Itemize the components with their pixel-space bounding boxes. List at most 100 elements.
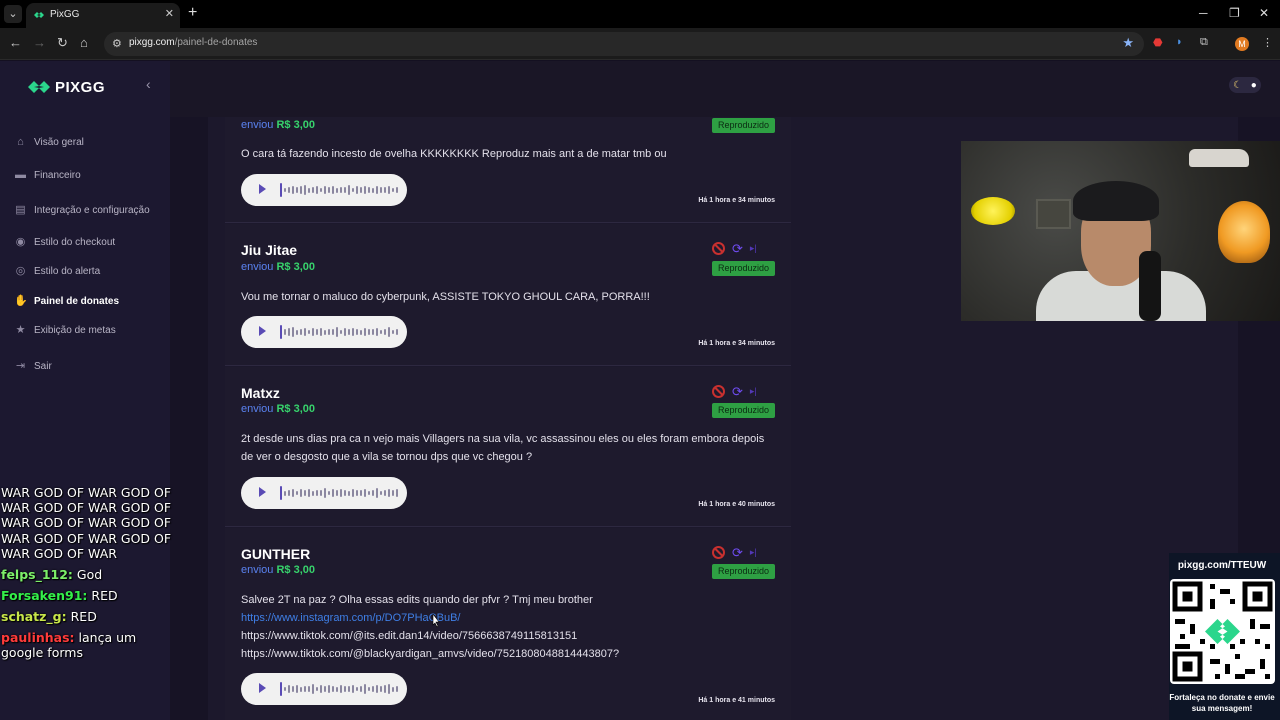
skip-icon[interactable]: ▸| (750, 243, 757, 254)
replay-icon[interactable]: ⟳ (732, 546, 743, 559)
waveform-bar (348, 329, 350, 335)
waveform-bar (308, 187, 310, 193)
waveform-bar (384, 489, 386, 497)
waveform-bar (284, 187, 286, 193)
donation-actions: ⟳ ▸| (712, 242, 757, 255)
waveform-bar (360, 685, 362, 693)
status-badge: Reproduzido (712, 118, 775, 133)
waveform-bar (328, 328, 330, 336)
sidebar-item-painel-donates[interactable]: ✋ Painel de donates (14, 292, 119, 310)
tab-search-chevron-icon[interactable]: ⌄ (4, 5, 22, 23)
extension-icon[interactable]: ⬣ (1153, 36, 1163, 49)
instagram-link[interactable]: https://www.instagram.com/p/DO7PHaCBuB/ (241, 609, 771, 627)
streamer-cap (1073, 181, 1159, 221)
site-info-icon[interactable]: ⚙ (112, 37, 122, 50)
audio-player[interactable] (241, 316, 407, 348)
chat-message: WAR GOD OF WAR GOD OF WAR GOD OF WAR GOD… (1, 485, 172, 561)
replay-icon[interactable]: ⟳ (732, 242, 743, 255)
url-input[interactable]: ⚙ pixgg.com/painel-de-donates ★ (104, 32, 1144, 56)
waveform-bar (392, 490, 394, 496)
skip-icon[interactable]: ▸| (750, 547, 757, 558)
play-icon[interactable] (259, 487, 266, 497)
more-menu-icon[interactable]: ⋮ (1262, 36, 1273, 49)
waveform-bar (364, 186, 366, 194)
audio-waveform[interactable] (280, 682, 398, 696)
waveform-bar (340, 684, 342, 694)
waveform-bar (332, 186, 334, 194)
audio-player[interactable] (241, 174, 407, 206)
block-icon[interactable] (712, 546, 725, 559)
play-icon[interactable] (259, 683, 266, 693)
donation-time: Há 1 hora e 41 minutos (698, 697, 775, 704)
bookmark-star-icon[interactable]: ★ (1122, 35, 1134, 51)
waveform-bar (356, 186, 358, 194)
skip-icon[interactable]: ▸| (750, 386, 757, 397)
waveform-bar (392, 329, 394, 335)
qr-code-graphic (1172, 581, 1273, 682)
moon-icon: ☾ (1233, 79, 1243, 91)
sidebar-item-metas[interactable]: ★ Exibição de metas (14, 321, 116, 339)
new-tab-icon[interactable]: + (188, 4, 197, 22)
waveform-bar (280, 183, 282, 197)
play-icon[interactable] (259, 326, 266, 336)
sidebar-item-label: Estilo do checkout (34, 236, 116, 248)
waveform-bar (376, 685, 378, 693)
donor-name: GUNTHER (241, 546, 311, 562)
waveform-bar (308, 489, 310, 497)
microphone (1139, 251, 1161, 321)
restore-icon[interactable]: ❐ (1229, 6, 1240, 20)
sidebar-item-visao-geral[interactable]: ⌂ Visão geral (14, 133, 84, 151)
waveform-bar (296, 685, 298, 693)
theme-toggle[interactable]: ☾ ● (1229, 77, 1261, 93)
audio-waveform[interactable] (280, 325, 398, 339)
waveform-bar (280, 325, 282, 339)
home-icon[interactable]: ⌂ (80, 35, 88, 51)
audio-waveform[interactable] (280, 183, 398, 197)
waveform-bar (348, 185, 350, 195)
back-icon[interactable]: ← (9, 35, 22, 51)
extensions-puzzle-icon[interactable]: ⧉ (1200, 36, 1208, 49)
profile-avatar[interactable]: M (1235, 37, 1249, 51)
waveform-bar (296, 329, 298, 335)
settings-icon: ▤ (15, 203, 26, 216)
sidebar-item-estilo-alerta[interactable]: ◎ Estilo do alerta (14, 262, 100, 280)
audio-player[interactable] (241, 673, 407, 705)
sidebar-item-financeiro[interactable]: ▬ Financeiro (14, 166, 81, 184)
waveform-bar (364, 683, 366, 695)
waveform-bar (320, 685, 322, 693)
webcam-lamp (1218, 201, 1270, 263)
tab-close-icon[interactable]: ✕ (165, 3, 174, 26)
waveform-bar (284, 329, 286, 335)
sidebar-item-sair[interactable]: ⇥ Sair (14, 357, 52, 375)
audio-player[interactable] (241, 477, 407, 509)
waveform-bar (300, 186, 302, 194)
window-close-icon[interactable]: ✕ (1259, 6, 1269, 20)
audio-waveform[interactable] (280, 486, 398, 500)
waveform-bar (356, 489, 358, 497)
block-icon[interactable] (712, 385, 725, 398)
waveform-bar (288, 685, 290, 693)
waveform-bar (396, 328, 398, 336)
waveform-bar (340, 329, 342, 335)
waveform-bar (368, 186, 370, 194)
collapse-sidebar-icon[interactable]: ‹ (146, 76, 151, 92)
extension-icon[interactable]: ◗ (1176, 36, 1183, 48)
waveform-bar (336, 686, 338, 692)
waveform-bar (300, 489, 302, 497)
play-icon[interactable] (259, 184, 266, 194)
browser-tab[interactable]: PixGG ✕ (26, 3, 180, 28)
block-icon[interactable] (712, 242, 725, 255)
chat-message: schatz_g: RED (1, 609, 97, 625)
qr-donate-widget: pixgg.com/TTEUW Fortaleça no donate e en… (1169, 553, 1280, 720)
sidebar-item-integracao[interactable]: ▤ Integração e configuração (14, 201, 149, 219)
waveform-bar (380, 329, 382, 335)
minimize-icon[interactable]: ─ (1199, 6, 1208, 20)
waveform-bar (344, 489, 346, 497)
palette-icon: ◎ (15, 264, 26, 277)
pixgg-logo[interactable]: PIXGG (28, 78, 105, 96)
chat-message: felps_112: God (1, 567, 103, 583)
forward-icon[interactable]: → (33, 35, 46, 51)
reload-icon[interactable]: ↻ (57, 35, 68, 51)
sidebar-item-estilo-checkout[interactable]: ◉ Estilo do checkout (14, 233, 115, 251)
replay-icon[interactable]: ⟳ (732, 385, 743, 398)
